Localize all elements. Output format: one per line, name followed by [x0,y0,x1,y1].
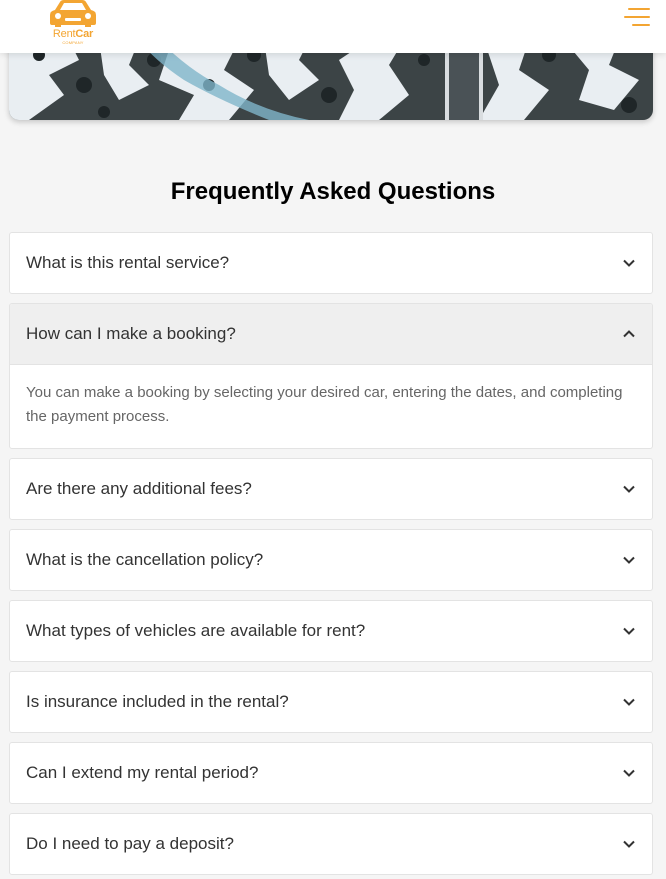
faq-question-button[interactable]: Can I extend my rental period? [10,743,652,803]
logo-text: RentCar [53,29,93,40]
chevron-down-icon [623,627,635,635]
faq-item: What is this rental service? [9,232,653,294]
faq-question-text: What is the cancellation policy? [26,550,264,569]
faq-question-text: What is this rental service? [26,253,230,272]
faq-question-text: What types of vehicles are available for… [26,621,366,640]
logo[interactable]: RentCar COMPANY [44,0,102,50]
faq-question-text: Can I extend my rental period? [26,763,259,782]
faq-question-button[interactable]: Is insurance included in the rental? [10,672,652,732]
faq-question-text: Do I need to pay a deposit? [26,834,234,853]
faq-list: What is this rental service? How can I m… [9,232,653,879]
faq-question-button[interactable]: Are there any additional fees? [10,459,652,519]
chevron-down-icon [623,485,635,493]
faq-question-button[interactable]: How can I make a booking? [10,304,652,364]
faq-item: What is the cancellation policy? [9,529,653,591]
faq-item: Are there any additional fees? [9,458,653,520]
faq-answer-text: You can make a booking by selecting your… [10,364,652,448]
faq-question-text: Is insurance included in the rental? [26,692,289,711]
faq-item: Do I need to pay a deposit? [9,813,653,875]
logo-text-rent: Rent [52,28,76,40]
hamburger-menu-icon[interactable] [622,6,650,30]
chevron-down-icon [623,259,635,267]
chevron-up-icon [623,330,635,338]
faq-question-button[interactable]: What types of vehicles are available for… [10,601,652,661]
chevron-down-icon [623,840,635,848]
chevron-down-icon [623,556,635,564]
logo-text-car: Car [75,28,94,40]
faq-item: Can I extend my rental period? [9,742,653,804]
site-header: RentCar COMPANY [0,0,666,53]
chevron-down-icon [623,769,635,777]
car-icon [50,0,96,27]
faq-question-text: How can I make a booking? [26,324,236,343]
chevron-down-icon [623,698,635,706]
faq-question-button[interactable]: What is this rental service? [10,233,652,293]
logo-subtitle: COMPANY [62,40,84,45]
faq-question-button[interactable]: What is the cancellation policy? [10,530,652,590]
faq-question-text: Are there any additional fees? [26,479,252,498]
faq-item: How can I make a booking? You can make a… [9,303,653,449]
faq-title: Frequently Asked Questions [170,178,496,205]
faq-item: Is insurance included in the rental? [9,671,653,733]
faq-question-button[interactable]: Do I need to pay a deposit? [10,814,652,874]
faq-item: What types of vehicles are available for… [9,600,653,662]
